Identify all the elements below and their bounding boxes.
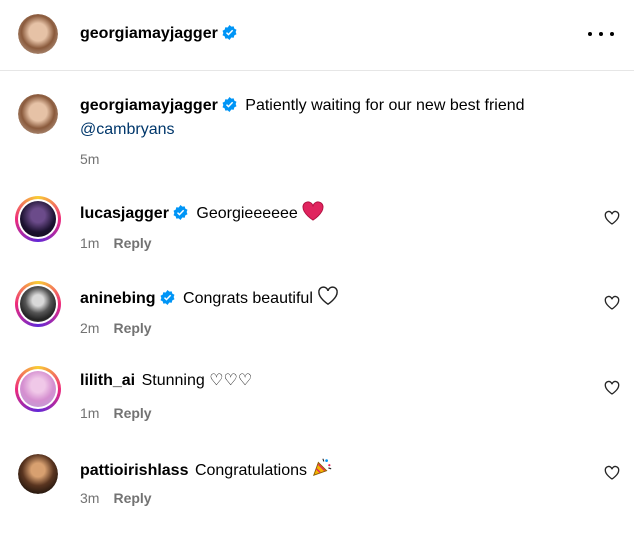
like-heart-icon[interactable] xyxy=(604,295,620,311)
party-popper-icon xyxy=(313,458,332,477)
like-heart-icon[interactable] xyxy=(604,210,620,226)
reply-button[interactable]: Reply xyxy=(113,405,151,421)
comment-time: 3m xyxy=(80,490,100,506)
avatar[interactable] xyxy=(18,454,58,494)
comment-text: Georgieeeeee xyxy=(196,205,298,222)
comment-username[interactable]: lucasjagger xyxy=(80,205,169,222)
comment-time: 1m xyxy=(80,405,100,421)
caption-avatar[interactable] xyxy=(18,94,58,134)
caption-mention[interactable]: @cambryans xyxy=(80,120,175,140)
comment-text: Congrats beautiful xyxy=(183,290,313,307)
avatar[interactable] xyxy=(18,14,58,54)
comment-username[interactable]: lilith_ai xyxy=(80,372,135,389)
reply-button[interactable]: Reply xyxy=(113,490,151,506)
comment-text: Congratulations xyxy=(194,462,308,479)
verified-badge-icon xyxy=(222,25,237,40)
post-header: georgiamayjagger xyxy=(0,0,634,71)
reply-button[interactable]: Reply xyxy=(113,235,151,251)
like-heart-icon[interactable] xyxy=(604,380,620,396)
comment-time: 1m xyxy=(80,235,100,251)
story-avatar[interactable] xyxy=(15,366,61,412)
caption-time: 5m xyxy=(80,151,100,167)
reply-button[interactable]: Reply xyxy=(113,320,151,336)
header-username[interactable]: georgiamayjagger xyxy=(80,25,218,42)
white-heart-icon xyxy=(318,286,339,306)
verified-badge-icon xyxy=(160,290,175,305)
more-options-button[interactable] xyxy=(588,24,614,44)
caption-username[interactable]: georgiamayjagger xyxy=(80,97,218,114)
verified-badge-icon xyxy=(222,97,237,112)
ellipsis-icon xyxy=(588,32,592,36)
red-heart-icon xyxy=(302,201,324,221)
comment-username[interactable]: pattioirishlass xyxy=(80,462,188,479)
like-heart-icon[interactable] xyxy=(604,465,620,481)
comment-text: Stunning ♡♡♡ xyxy=(141,372,253,389)
comment-username[interactable]: aninebing xyxy=(80,290,156,307)
caption-text: Patiently waiting for our new best frien… xyxy=(245,97,525,114)
story-avatar[interactable] xyxy=(15,196,61,242)
comment-time: 2m xyxy=(80,320,100,336)
story-avatar[interactable] xyxy=(15,281,61,327)
verified-badge-icon xyxy=(173,205,188,220)
